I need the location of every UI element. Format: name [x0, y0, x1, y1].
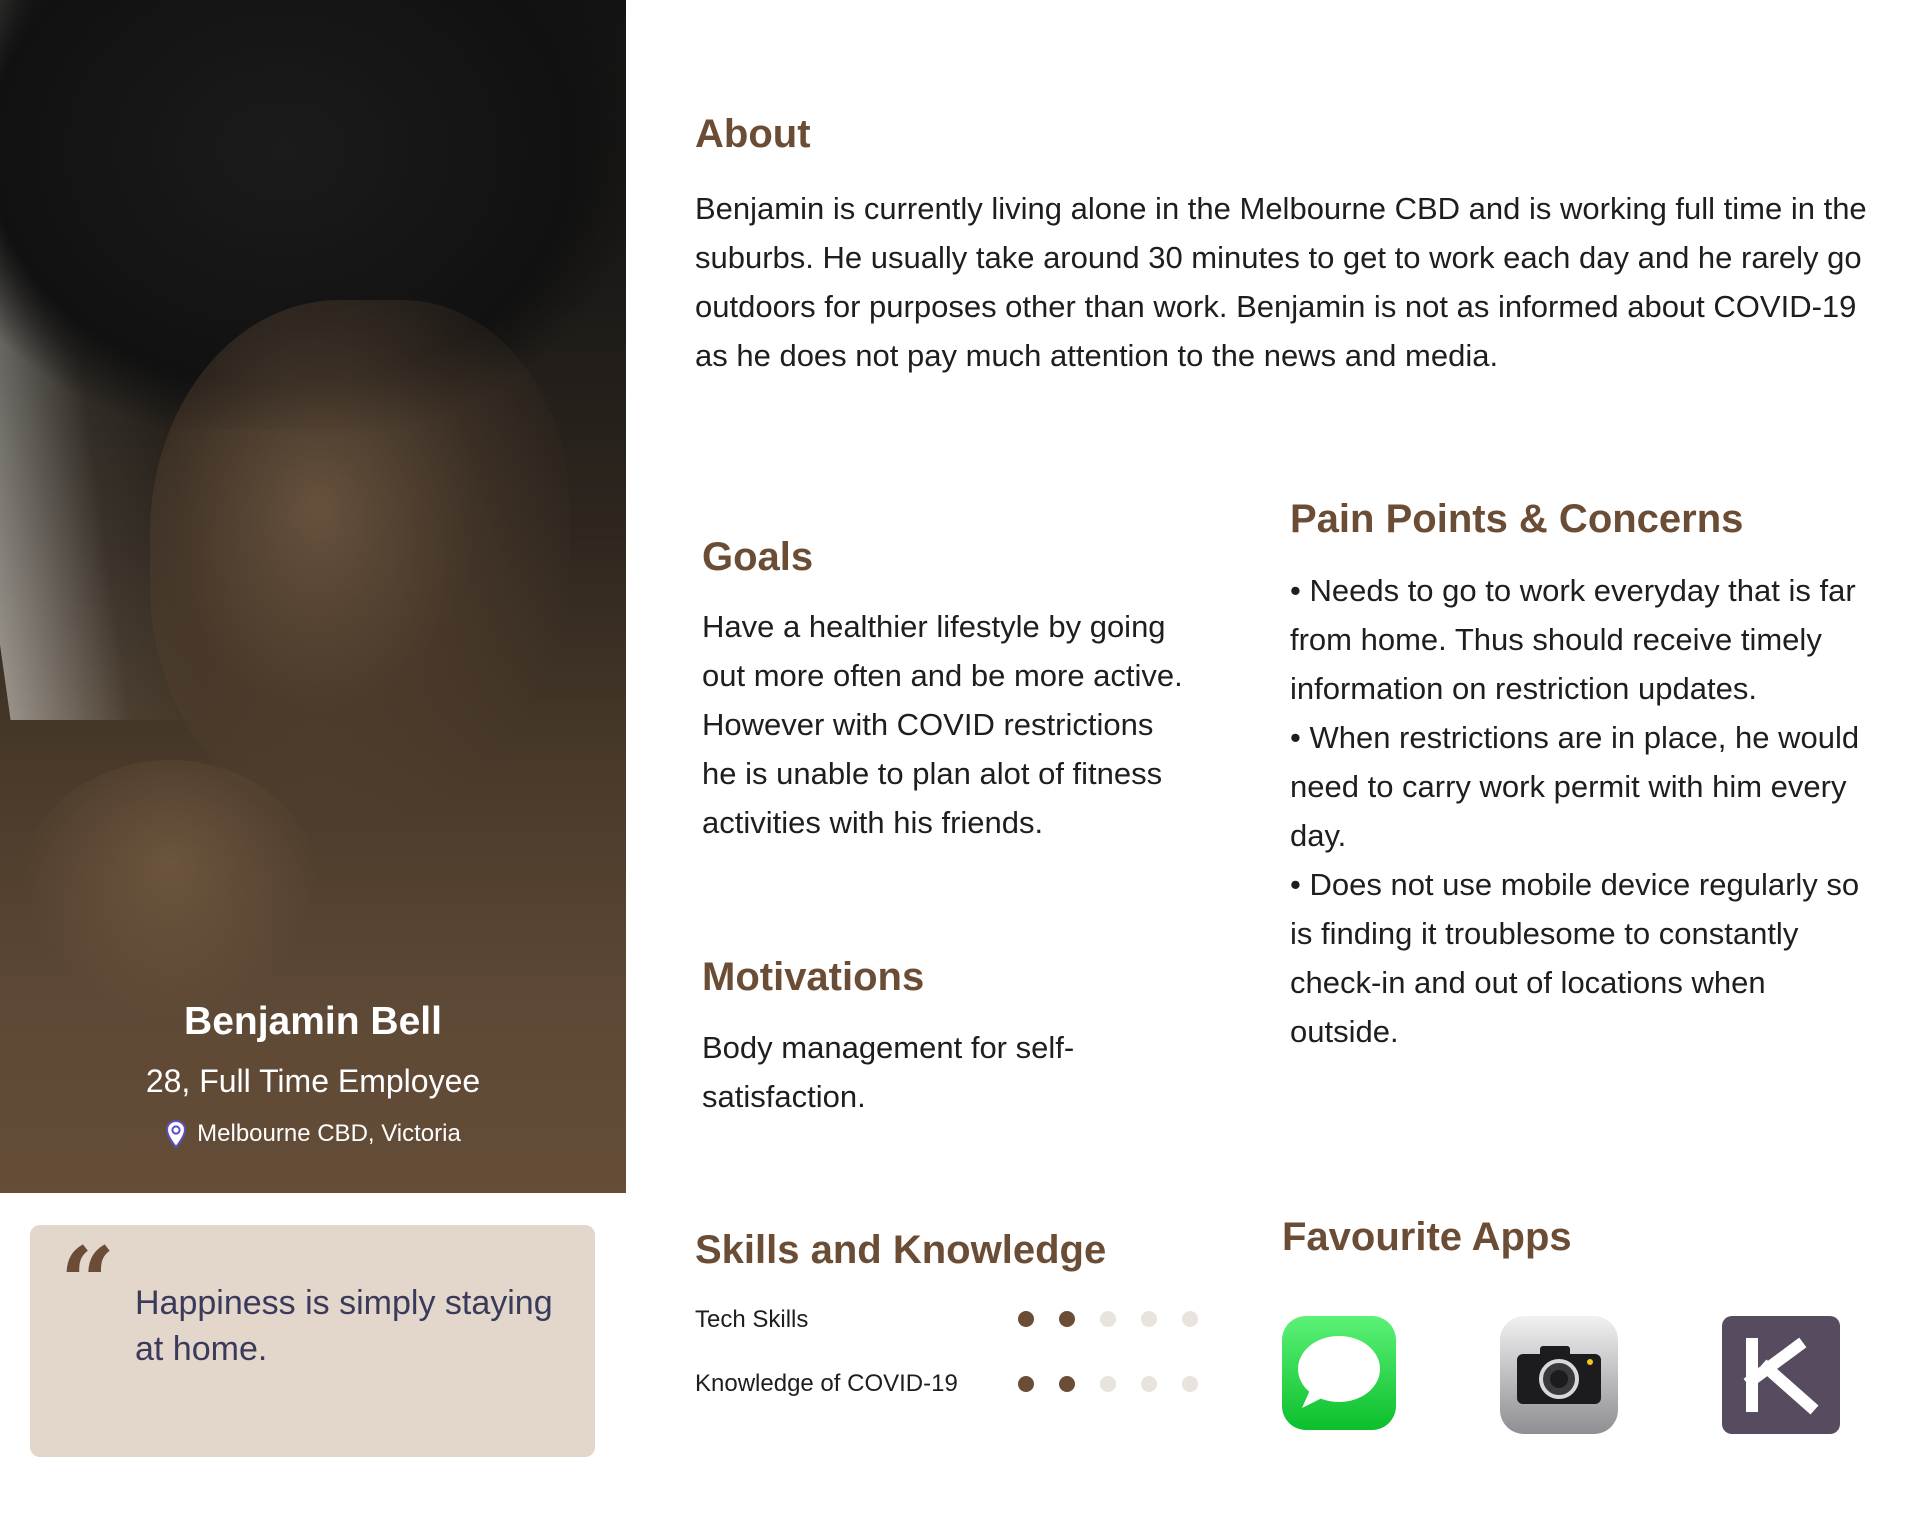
- rating-dot-empty: [1100, 1376, 1116, 1392]
- goals-text: Have a healthier lifestyle by going out …: [702, 609, 1183, 840]
- pain-points-list: • Needs to go to work everyday that is f…: [1290, 566, 1870, 1056]
- rating-dot-empty: [1141, 1311, 1157, 1327]
- skill-rating: [1018, 1311, 1198, 1327]
- skills-heading: Skills and Knowledge: [695, 1228, 1107, 1272]
- pain-point-item: • Needs to go to work everyday that is f…: [1290, 573, 1856, 706]
- rating-dot-filled: [1059, 1376, 1075, 1392]
- skill-rating: [1018, 1376, 1198, 1392]
- quote-text: Happiness is simply staying at home.: [135, 1284, 553, 1368]
- pain-point-item: • Does not use mobile device regularly s…: [1290, 867, 1860, 1049]
- apps-heading: Favourite Apps: [1282, 1215, 1572, 1259]
- rating-dot-filled: [1059, 1311, 1075, 1327]
- photo-face: [150, 300, 570, 820]
- pain-points-heading: Pain Points & Concerns: [1290, 497, 1744, 541]
- goals-heading: Goals: [702, 535, 814, 579]
- skill-label: Tech Skills: [695, 1306, 809, 1333]
- rating-dot-empty: [1182, 1376, 1198, 1392]
- motivations-heading: Motivations: [702, 955, 925, 999]
- rating-dot-empty: [1141, 1376, 1157, 1392]
- about-text: Benjamin is currently living alone in th…: [695, 191, 1867, 373]
- pain-point-item: • When restrictions are in place, he wou…: [1290, 720, 1860, 853]
- about-heading: About: [695, 112, 811, 156]
- rating-dot-empty: [1100, 1311, 1116, 1327]
- skill-label: Knowledge of COVID-19: [695, 1370, 958, 1397]
- rating-dot-filled: [1018, 1311, 1034, 1327]
- photo-hand: [20, 760, 320, 1020]
- keep-app-icon[interactable]: [1722, 1316, 1840, 1434]
- location-pin-icon: [166, 1120, 187, 1148]
- quote-mark-icon: “: [60, 1226, 116, 1339]
- rating-dot-empty: [1182, 1311, 1198, 1327]
- rating-dot-filled: [1018, 1376, 1034, 1392]
- person-name: Benjamin Bell: [184, 1000, 442, 1043]
- person-location: Melbourne CBD, Victoria: [0, 1120, 626, 1148]
- person-role: 28, Full Time Employee: [145, 1063, 481, 1099]
- camera-app-icon[interactable]: [1500, 1316, 1618, 1434]
- messages-app-icon[interactable]: [1282, 1316, 1396, 1430]
- motivations-text: Body management for self-satisfaction.: [702, 1030, 1075, 1114]
- location-text: Melbourne CBD, Victoria: [197, 1120, 461, 1147]
- quote-card: “ Happiness is simply staying at home.: [30, 1225, 595, 1457]
